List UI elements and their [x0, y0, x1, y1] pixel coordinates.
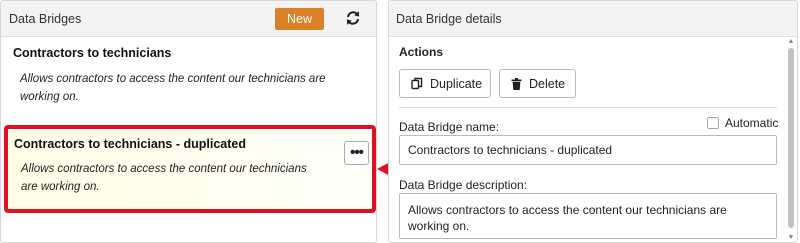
- trash-icon: [511, 77, 522, 90]
- divider: [399, 107, 777, 108]
- bridge-name-field[interactable]: [399, 135, 777, 165]
- bridge-description: Allows contractors to access the content…: [21, 163, 307, 193]
- scroll-thumb[interactable]: [788, 48, 794, 228]
- bridge-name: Contractors to technicians: [13, 46, 172, 60]
- data-bridges-panel: Data Bridges New Contractors to technici…: [0, 0, 377, 243]
- panel-title: Data Bridges: [9, 12, 82, 26]
- new-button[interactable]: New: [275, 8, 324, 30]
- bridge-name: Contractors to technicians - duplicated: [14, 137, 246, 151]
- automatic-option[interactable]: Automatic: [707, 116, 778, 130]
- bridge-description: Allows contractors to access the content…: [20, 73, 326, 103]
- list-item-selected[interactable]: Contractors to technicians - duplicated …: [4, 125, 376, 213]
- scrollbar[interactable]: ▲ ▼: [787, 38, 795, 242]
- duplicate-button[interactable]: Duplicate: [399, 69, 491, 98]
- actions-heading: Actions: [399, 45, 444, 59]
- name-label: Data Bridge name:: [399, 120, 500, 134]
- delete-button[interactable]: Delete: [499, 69, 576, 98]
- duplicate-label: Duplicate: [430, 76, 483, 91]
- refresh-icon[interactable]: [345, 9, 361, 27]
- more-options-button[interactable]: •••: [344, 141, 369, 165]
- data-bridges-header: Data Bridges New: [1, 1, 376, 37]
- delete-label: Delete: [529, 76, 566, 91]
- data-bridge-details-panel: Data Bridge details Actions Duplicate De…: [388, 0, 798, 243]
- scroll-up-icon[interactable]: ▲: [787, 38, 795, 46]
- panel-title: Data Bridge details: [396, 12, 502, 26]
- description-label: Data Bridge description:: [399, 178, 528, 192]
- list-item[interactable]: Contractors to technicians Allows contra…: [1, 38, 376, 116]
- bridge-description-field[interactable]: Allows contractors to access the content…: [399, 193, 777, 239]
- copy-icon: [411, 77, 423, 90]
- details-header: Data Bridge details: [389, 1, 797, 37]
- automatic-label: Automatic: [725, 116, 779, 130]
- scroll-down-icon[interactable]: ▼: [787, 234, 795, 242]
- automatic-checkbox[interactable]: [707, 117, 719, 129]
